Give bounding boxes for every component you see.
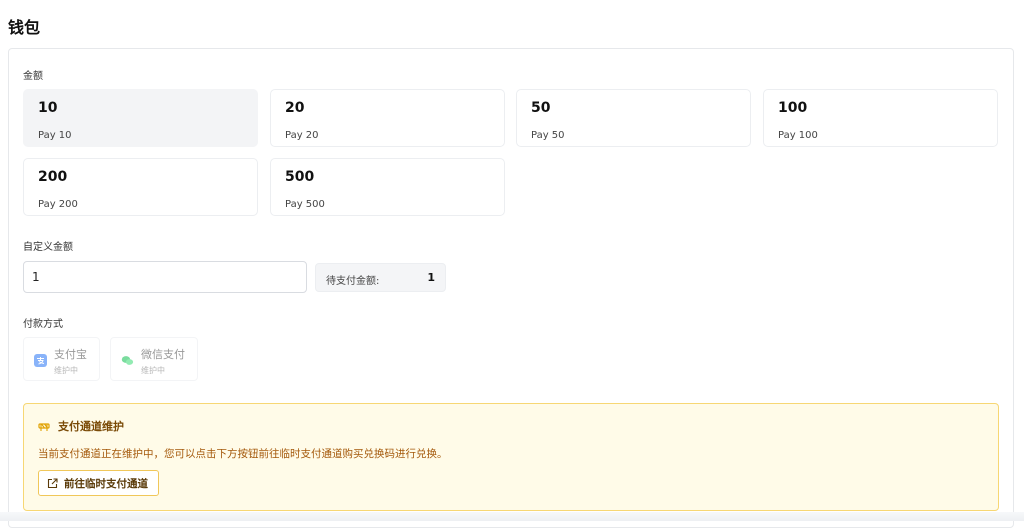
maintenance-notice: 支付通道维护 当前支付通道正在维护中，您可以点击下方按钮前往临时支付通道购买兑换…: [23, 403, 999, 511]
wallet-card: 金额 10 Pay 10 20 Pay 20 50 Pay 50 100 Pay…: [8, 48, 1014, 528]
amount-desc: Pay 20: [285, 130, 319, 141]
alipay-icon: [34, 354, 47, 367]
pending-amount-label: 待支付金额:: [326, 276, 380, 287]
pending-amount-box: 待支付金额: 1: [315, 263, 446, 292]
maintenance-icon: [38, 418, 50, 431]
payment-method-label: 付款方式: [23, 319, 63, 330]
amount-desc: Pay 50: [531, 130, 565, 141]
payment-method-status: 维护中: [141, 366, 165, 375]
custom-amount-input[interactable]: [23, 261, 307, 293]
payment-method-wechat[interactable]: 微信支付 维护中: [110, 337, 198, 381]
amount-value: 200: [38, 169, 68, 185]
bottom-scroll-shadow: [0, 512, 1024, 521]
payment-method-status: 维护中: [54, 366, 78, 375]
payment-method-alipay[interactable]: 支付宝 维护中: [23, 337, 100, 381]
pending-amount-value: 1: [427, 271, 435, 284]
amount-option-100[interactable]: 100 Pay 100: [763, 89, 998, 147]
notice-title: 支付通道维护: [58, 420, 124, 433]
page-title: 钱包: [8, 18, 41, 37]
amount-options: 10 Pay 10 20 Pay 20 50 Pay 50 100 Pay 10…: [23, 89, 1001, 221]
amount-option-10[interactable]: 10 Pay 10: [23, 89, 258, 147]
external-link-icon: [47, 474, 58, 493]
temporary-channel-button[interactable]: 前往临时支付通道: [38, 470, 159, 496]
amount-value: 20: [285, 100, 305, 116]
notice-text: 当前支付通道正在维护中，您可以点击下方按钮前往临时支付通道购买兑换码进行兑换。: [38, 448, 448, 460]
amount-value: 50: [531, 100, 551, 116]
wechat-icon: [121, 354, 134, 367]
amount-value: 100: [778, 100, 808, 116]
amount-label: 金额: [23, 71, 43, 82]
amount-desc: Pay 200: [38, 199, 78, 210]
amount-value: 500: [285, 169, 315, 185]
amount-option-50[interactable]: 50 Pay 50: [516, 89, 751, 147]
payment-method-name: 微信支付: [141, 348, 185, 361]
amount-desc: Pay 100: [778, 130, 818, 141]
amount-option-200[interactable]: 200 Pay 200: [23, 158, 258, 216]
amount-desc: Pay 500: [285, 199, 325, 210]
amount-value: 10: [38, 100, 58, 116]
amount-option-20[interactable]: 20 Pay 20: [270, 89, 505, 147]
temporary-channel-button-label: 前往临时支付通道: [64, 477, 148, 490]
amount-desc: Pay 10: [38, 130, 72, 141]
payment-method-name: 支付宝: [54, 348, 87, 361]
amount-option-500[interactable]: 500 Pay 500: [270, 158, 505, 216]
custom-amount-label: 自定义金额: [23, 242, 73, 253]
